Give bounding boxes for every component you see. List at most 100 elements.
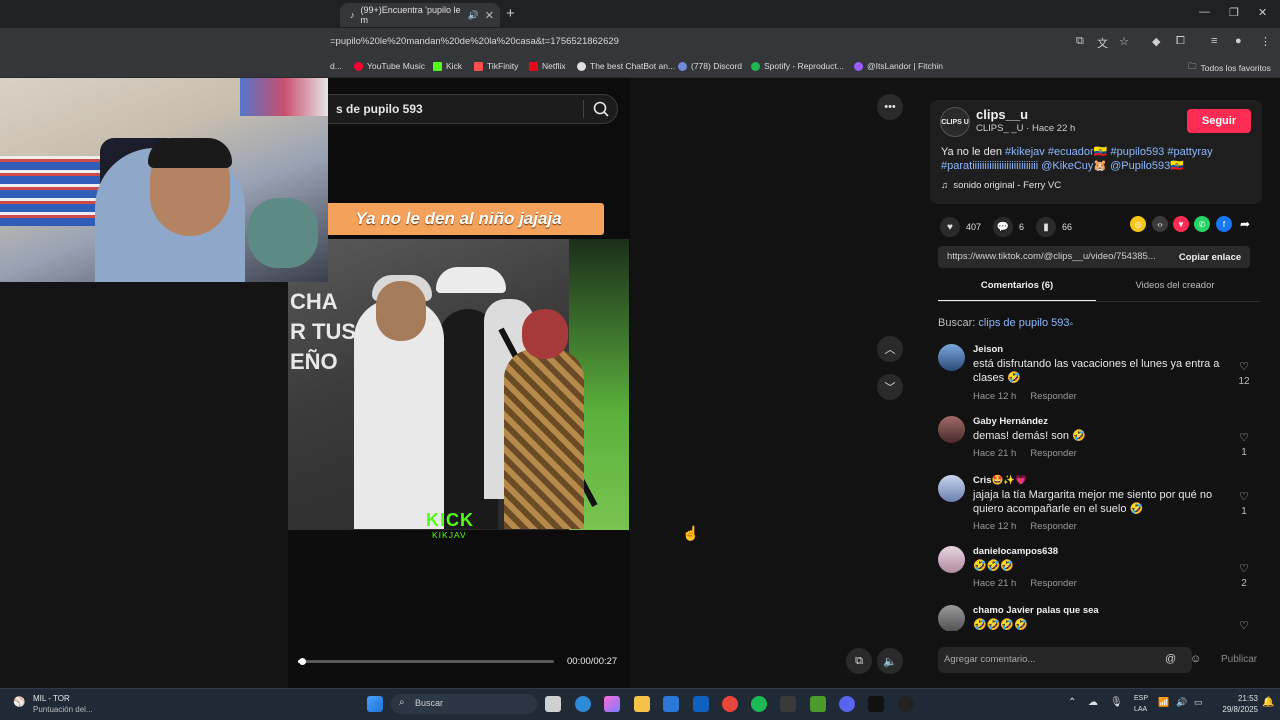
bookmark-spotify[interactable]: Spotify - Reproduct... [751,61,844,71]
restore-icon[interactable]: ❐ [1229,6,1239,19]
chevron-up-icon[interactable]: ⌃ [1068,697,1076,708]
translate-icon[interactable]: 文 [1097,35,1108,51]
language-code[interactable]: ESP [1134,695,1148,702]
video-player[interactable]: CHA R TUS EÑO [288,239,629,530]
edge-icon[interactable] [575,696,591,712]
widget-subtitle[interactable]: Puntuación del... [33,705,93,714]
whatsapp-icon[interactable]: ✆ [1194,216,1210,232]
mlb-logo-icon[interactable]: ⚾ [13,697,25,708]
heart-outline-icon[interactable]: ♡ [1236,619,1252,631]
chevron-down-icon[interactable]: ﹀ [877,374,903,400]
like-button[interactable]: ♥ 407 [940,217,981,237]
mention[interactable]: @Pupilo593🇪🇨 [1110,160,1184,172]
comment-button[interactable]: 💬 6 [993,217,1024,237]
windows-start-icon[interactable] [367,696,383,712]
obs-icon[interactable] [898,696,914,712]
reply-button[interactable]: Responder [1030,391,1076,402]
cast-icon[interactable]: ⧉ [1076,35,1084,48]
comment-author[interactable]: Jeison [973,344,1003,355]
avatar[interactable] [938,344,965,371]
tiktok-taskbar-icon[interactable] [868,696,884,712]
task-view-icon[interactable] [545,696,561,712]
clock-time[interactable]: 21:53 [1222,694,1258,703]
follow-button[interactable]: Seguir [1187,109,1251,133]
copilot-icon[interactable] [604,696,620,712]
clock-date[interactable]: 29/8/2025 [1210,705,1258,714]
reply-button[interactable]: Responder [1030,578,1076,589]
comment-author[interactable]: Gaby Hernández [973,416,1048,427]
share-arrow-icon[interactable]: ➦ [1237,216,1253,232]
url-text[interactable]: =pupilo%20le%20mandan%20de%20la%20casa&t… [330,36,619,47]
creator-username[interactable]: clips__u [976,107,1028,122]
media-icon[interactable]: ≡ [1211,35,1217,47]
avatar[interactable] [938,475,965,502]
search-query[interactable]: s de pupilo 593 [336,102,423,116]
copy-link-button[interactable]: Copiar enlace [1170,246,1250,268]
minecraft-icon[interactable] [810,696,826,712]
onedrive-icon[interactable]: ☁ [1088,697,1098,708]
comment-author[interactable]: danielocampos638 [973,546,1058,557]
video-link-field[interactable]: https://www.tiktok.com/@clips__u/video/7… [938,246,1170,268]
store-icon[interactable] [663,696,679,712]
spotify-taskbar-icon[interactable] [751,696,767,712]
speaker-icon[interactable]: 🔊 [1176,697,1187,708]
file-explorer-icon[interactable] [634,696,650,712]
extensions-icon[interactable]: ⧠ [1176,35,1185,48]
avatar[interactable] [938,416,965,443]
keyboard-layout[interactable]: LAA [1134,706,1147,713]
mention[interactable]: @KikeCuy🐹 [1041,160,1107,172]
emoji-icon[interactable]: ☺ [1190,653,1201,665]
chevron-up-icon[interactable]: ︿ [877,336,903,362]
bookmark-item[interactable]: d... [330,61,342,71]
heart-outline-icon[interactable]: ♡ [1236,431,1252,444]
bookmark-discord[interactable]: (778) Discord [678,61,742,71]
bookmark-tikfinity[interactable]: TikFinity [474,61,518,71]
app-icon[interactable] [780,696,796,712]
bookmark-fitchin[interactable]: @ItsLandor | Fitchin [854,61,943,71]
menu-dots-icon[interactable]: ⋮ [1260,35,1271,48]
bookmark-youtube-music[interactable]: YouTube Music [354,61,425,71]
progress-knob[interactable] [299,658,306,665]
hashtag[interactable]: #kikejav [1005,146,1045,158]
tab-close-icon[interactable]: ✕ [485,9,494,22]
new-tab-button[interactable]: + [506,5,515,22]
bookmark-kick[interactable]: Kick [433,61,462,71]
comment-author[interactable]: chamo Javier palas que sea [973,605,1099,616]
wifi-icon[interactable]: 📶 [1158,697,1169,708]
save-button[interactable]: ▮ 66 [1036,217,1072,237]
hashtag[interactable]: #paratiiiiiiiiiiiiiiiiiiiiiiiiiii [941,160,1038,172]
widget-title[interactable]: MIL - TOR [33,694,70,703]
microphone-icon[interactable]: 🎙 [1110,697,1123,708]
all-favorites-folder[interactable]: 🗀 Todos los favoritos [1188,61,1271,75]
heart-outline-icon[interactable]: ♡ [1236,490,1252,503]
volume-icon[interactable]: 🔈 [877,648,903,674]
taskbar-search[interactable]: ⌕ Buscar [391,694,537,714]
bookmark-chatbot[interactable]: The best ChatBot an... [577,61,675,71]
hashtag[interactable]: #pupilo593 [1110,146,1164,158]
close-window-icon[interactable]: ✕ [1258,6,1267,19]
search-icon[interactable] [590,98,612,120]
video-progress-bar[interactable] [298,660,554,663]
extension-diamond-icon[interactable]: ◆ [1152,35,1160,48]
battery-icon[interactable]: ▭ [1194,697,1203,708]
tab-audio-icon[interactable]: 🔊 [468,10,479,21]
comment-author[interactable]: Cris🤩✨💗 [973,475,1027,486]
profile-icon[interactable]: ● [1235,35,1242,47]
heart-outline-icon[interactable]: ♡ [1236,562,1252,575]
heart-outline-icon[interactable]: ♡ [1236,360,1252,373]
outlook-icon[interactable] [693,696,709,712]
hashtag[interactable]: #pattyray [1167,146,1212,158]
comment-input[interactable]: Agregar comentario... [938,647,1192,673]
coin-icon[interactable]: ◎ [1130,216,1146,232]
mention-icon[interactable]: @ [1165,653,1176,665]
tab-creator-videos[interactable]: Videos del creador [1100,280,1250,291]
minimize-icon[interactable]: — [1199,6,1210,18]
hashtag[interactable]: #ecuador🇪🇨 [1048,146,1108,158]
tab-comments[interactable]: Comentarios (6) [938,280,1096,291]
pip-icon[interactable]: ⧉ [846,648,872,674]
creator-avatar[interactable]: CLIPS U [940,107,970,137]
discord-taskbar-icon[interactable] [839,696,855,712]
more-options-icon[interactable]: ••• [877,94,903,120]
reply-button[interactable]: Responder [1030,448,1076,459]
publish-button[interactable]: Publicar [1221,654,1257,665]
